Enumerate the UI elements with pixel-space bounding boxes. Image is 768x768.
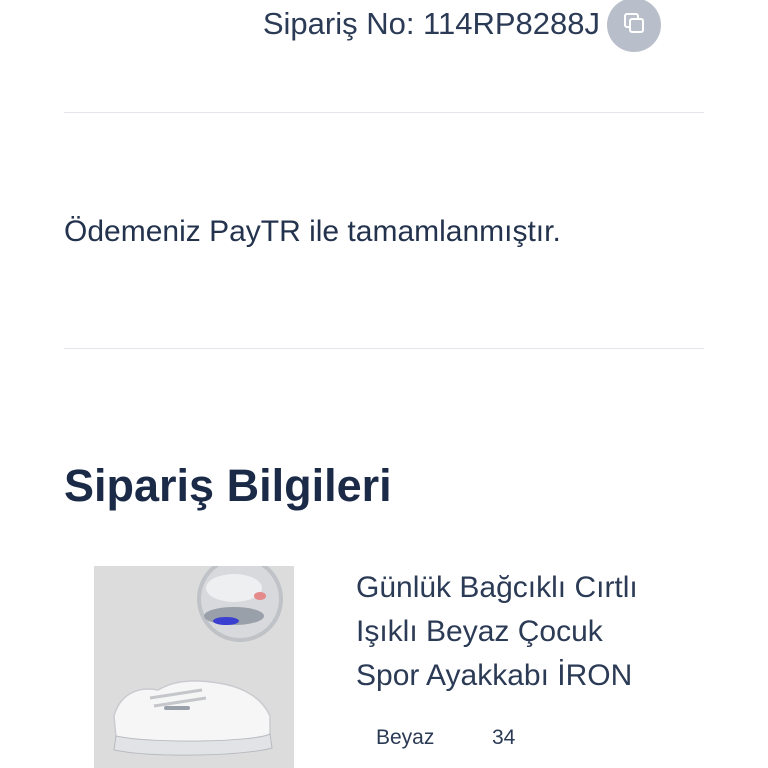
copy-order-number-button[interactable] [607, 0, 661, 52]
product-color: Beyaz [376, 726, 435, 749]
order-number-row: Sipariş No: 114RP8288J [0, 0, 768, 56]
product-name[interactable]: Günlük Bağcıklı Cırtlı Işıklı Beyaz Çocu… [356, 566, 716, 698]
product-image[interactable] [94, 566, 294, 768]
sneaker-illustration [94, 566, 294, 768]
order-info-title: Sipariş Bilgileri [64, 460, 392, 511]
product-name-line-3: Spor Ayakkabı İRON [356, 659, 633, 692]
product-name-line-2: Işıklı Beyaz Çocuk [356, 615, 603, 648]
payment-status-message: Ödemeniz PayTR ile tamamlanmıştır. [64, 215, 561, 248]
product-size: 34 [492, 726, 516, 749]
order-number-text: Sipariş No: 114RP8288J [262, 6, 600, 41]
copy-icon [622, 11, 646, 40]
product-name-line-1: Günlük Bağcıklı Cırtlı [356, 571, 638, 604]
divider-middle [64, 348, 704, 349]
divider-top [64, 112, 704, 113]
